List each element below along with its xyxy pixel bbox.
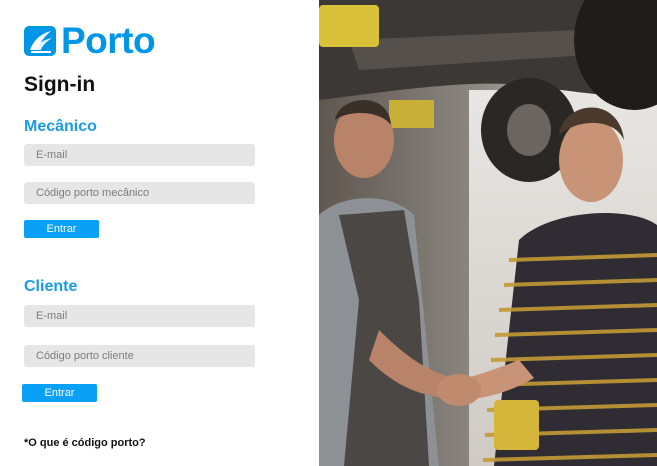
brand-name: Porto [61,20,156,61]
porto-flag-icon [24,26,56,56]
cliente-heading: Cliente [24,278,78,295]
mecanico-heading: Mecânico [24,118,97,135]
mechanic-handshake-image [319,0,657,466]
codigo-porto-help-link[interactable]: *O que é código porto? [24,437,146,449]
mecanico-email-field[interactable] [24,144,255,166]
mecanico-code-field[interactable] [24,182,255,204]
mecanico-submit-button[interactable]: Entrar [24,220,99,238]
signin-page: Porto Sign-in Mecânico Entrar Cliente En… [0,0,657,466]
cliente-code-field[interactable] [24,345,255,367]
hero-photo [319,0,657,466]
page-title: Sign-in [24,73,96,96]
signin-panel: Porto Sign-in Mecânico Entrar Cliente En… [0,0,319,466]
cliente-email-field[interactable] [24,305,255,327]
cliente-submit-button[interactable]: Entrar [22,384,97,402]
brand-logo: Porto [24,20,156,61]
